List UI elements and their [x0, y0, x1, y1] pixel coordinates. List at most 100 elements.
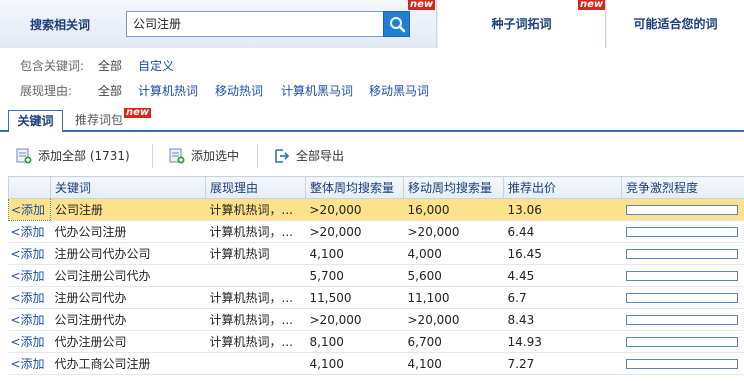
add-keyword-link[interactable]: <添加: [8, 330, 51, 353]
keyword-table: 关键词 展现理由 整体周均搜索量 移动周均搜索量 推荐出价 竞争激烈程度 <添加…: [8, 176, 744, 375]
filter-reason-pc-darkhorse[interactable]: 计算机黑马词: [281, 82, 353, 100]
cell-total-search: 8,100: [305, 330, 404, 353]
cell-mobile-search: 4,100: [403, 352, 504, 375]
filter-reason-mobile-hot[interactable]: 移动热词: [215, 82, 263, 100]
table-header-row: 关键词 展现理由 整体周均搜索量 移动周均搜索量 推荐出价 竞争激烈程度: [8, 176, 744, 199]
competition-bar: [625, 270, 738, 281]
cell-competition: [621, 308, 744, 331]
cell-keyword: 代办工商公司注册: [50, 352, 206, 375]
competition-bar: [625, 248, 738, 259]
cell-keyword: 公司注册: [50, 198, 206, 221]
export-all-label: 全部导出: [296, 149, 345, 163]
cell-competition: [621, 198, 744, 221]
table-row[interactable]: <添加 公司注册 计算机热词，... >20,000 16,000 13.06: [8, 198, 744, 221]
cell-competition: [621, 220, 744, 243]
cell-total-search: 11,500: [305, 286, 404, 309]
column-header-keyword[interactable]: 关键词: [50, 176, 206, 199]
add-keyword-link[interactable]: <添加: [8, 242, 51, 265]
column-header-total-search[interactable]: 整体周均搜索量: [305, 176, 404, 199]
seed-new-badge: new: [578, 0, 606, 10]
cell-keyword: 公司注册代办: [50, 308, 206, 331]
cell-mobile-search: >20,000: [403, 220, 504, 243]
add-keyword-link[interactable]: <添加: [8, 264, 51, 287]
column-header-bid[interactable]: 推荐出价: [503, 176, 622, 199]
cell-reason: 计算机热词，...: [205, 308, 306, 331]
cell-bid: 14.93: [503, 330, 622, 353]
search-new-badge: new: [408, 0, 436, 10]
competition-bar: [625, 358, 738, 369]
table-row[interactable]: <添加 代办公司注册 计算机热词，... >20,000 >20,000 6.4…: [8, 220, 744, 243]
search-icon: [390, 17, 406, 33]
cell-total-search: 4,100: [305, 242, 404, 265]
cell-mobile-search: 11,100: [403, 286, 504, 309]
column-header-mobile-search[interactable]: 移动周均搜索量: [403, 176, 504, 199]
cell-competition: [621, 242, 744, 265]
filter-reason-mobile-darkhorse[interactable]: 移动黑马词: [369, 82, 429, 100]
table-row[interactable]: <添加 公司注册代办 计算机热词，... >20,000 >20,000 8.4…: [8, 308, 744, 331]
table-row[interactable]: <添加 代办工商公司注册 4,100 4,100 7.27: [8, 352, 744, 375]
add-selected-label: 添加选中: [191, 149, 240, 163]
tab-suggested-words[interactable]: 可能适合您的词: [607, 0, 744, 48]
cell-mobile-search: 4,000: [403, 242, 504, 265]
add-all-button[interactable]: 添加全部 (1731): [16, 146, 146, 166]
result-tabs: 关键词 推荐词包: [0, 108, 744, 132]
table-row[interactable]: <添加 注册公司代办 计算机热词，... 11,500 11,100 6.7: [8, 286, 744, 309]
add-keyword-link[interactable]: <添加: [8, 198, 51, 221]
cell-mobile-search: >20,000: [403, 308, 504, 331]
cell-competition: [621, 264, 744, 287]
export-all-button[interactable]: 全部导出: [274, 146, 348, 166]
table-row[interactable]: <添加 代办注册公司 计算机热词，... 8,100 6,700 14.93: [8, 330, 744, 353]
column-header-competition[interactable]: 竞争激烈程度: [621, 176, 744, 199]
table-row[interactable]: <添加 公司注册公司代办 5,700 5,600 4.45: [8, 264, 744, 287]
filter-reason-all[interactable]: 全部: [98, 82, 122, 100]
search-label: 搜索相关词: [30, 18, 91, 32]
competition-bar: [625, 336, 738, 347]
cell-reason: 计算机热词，...: [205, 220, 306, 243]
filter-contains-custom[interactable]: 自定义: [138, 57, 174, 75]
tab-recommended-packs[interactable]: 推荐词包: [66, 110, 132, 132]
add-selected-button[interactable]: 添加选中: [169, 146, 247, 166]
add-all-icon: [16, 148, 32, 164]
filter-contains-all[interactable]: 全部: [98, 57, 122, 75]
cell-mobile-search: 5,600: [403, 264, 504, 287]
cell-reason: 计算机热词，...: [205, 198, 306, 221]
top-bar: 搜索相关词 公司注册 new 种子词拓词 new 可能适合您的词: [0, 0, 744, 48]
cell-competition: [621, 286, 744, 309]
toolbar-divider: [257, 144, 258, 168]
table-row[interactable]: <添加 注册公司代办公司 计算机热词 4,100 4,000 16.45: [8, 242, 744, 265]
column-header-add: [8, 176, 51, 199]
competition-bar: [625, 204, 738, 215]
cell-total-search: >20,000: [305, 220, 404, 243]
cell-reason: 计算机热词，...: [205, 286, 306, 309]
add-all-label: 添加全部 (1731): [38, 149, 130, 163]
cell-bid: 6.44: [503, 220, 622, 243]
add-keyword-link[interactable]: <添加: [8, 308, 51, 331]
add-keyword-link[interactable]: <添加: [8, 352, 51, 375]
add-selected-icon: [169, 148, 185, 164]
cell-bid: 8.43: [503, 308, 622, 331]
filter-show-reason: 展现理由: 全部 计算机热词 移动热词 计算机黑马词 移动黑马词: [20, 82, 460, 100]
cell-bid: 7.27: [503, 352, 622, 375]
search-input[interactable]: 公司注册: [126, 11, 384, 37]
cell-keyword: 注册公司代办: [50, 286, 206, 309]
cell-competition: [621, 352, 744, 375]
filter-contains-label: 包含关键词:: [20, 59, 85, 73]
cell-total-search: 5,700: [305, 264, 404, 287]
toolbar: 添加全部 (1731) 添加选中 全部导出: [0, 140, 744, 172]
cell-mobile-search: 6,700: [403, 330, 504, 353]
column-header-reason[interactable]: 展现理由: [205, 176, 306, 199]
tab-keywords[interactable]: 关键词: [8, 110, 63, 132]
competition-bar: [625, 226, 738, 237]
recommended-new-badge: new: [124, 107, 152, 118]
cell-mobile-search: 16,000: [403, 198, 504, 221]
add-keyword-link[interactable]: <添加: [8, 286, 51, 309]
cell-total-search: 4,100: [305, 352, 404, 375]
toolbar-divider: [152, 144, 153, 168]
cell-reason: [205, 264, 306, 287]
search-button[interactable]: [383, 11, 410, 37]
cell-bid: 13.06: [503, 198, 622, 221]
add-keyword-link[interactable]: <添加: [8, 220, 51, 243]
cell-reason: 计算机热词，...: [205, 330, 306, 353]
cell-reason: 计算机热词: [205, 242, 306, 265]
filter-reason-pc-hot[interactable]: 计算机热词: [138, 82, 198, 100]
